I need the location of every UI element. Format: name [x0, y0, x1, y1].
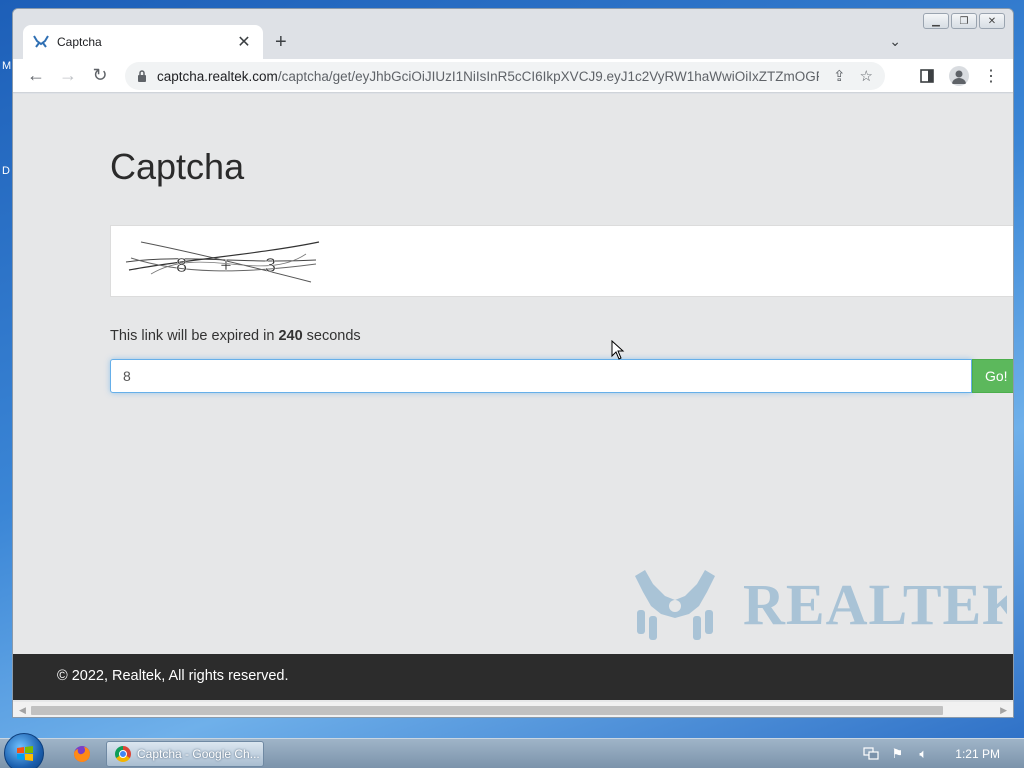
tab-strip: Captcha ✕ + ⌄ ▁ ❐ ✕ [13, 9, 1013, 59]
system-tray: ⚑ 🔈︎ 1:21 PM [863, 739, 1018, 768]
tab-title: Captcha [57, 35, 102, 49]
footer-copyright: © 2022, Realtek, All rights reserved. [57, 668, 289, 684]
expiry-notice: This link will be expired in 240 seconds [110, 328, 361, 344]
side-panel-icon[interactable] [911, 60, 943, 92]
kebab-menu-icon[interactable]: ⋮ [975, 60, 1007, 92]
realtek-logo: REALTEK [635, 570, 1007, 640]
scroll-right-icon[interactable]: ▶ [1000, 705, 1007, 716]
captcha-image: 8 + 3 [125, 241, 320, 283]
horizontal-scrollbar[interactable]: ◀ ▶ [13, 702, 1013, 717]
scrollbar-thumb[interactable] [31, 706, 943, 715]
windows-logo-icon [17, 746, 33, 761]
new-tab-button[interactable]: + [275, 31, 287, 54]
close-tab-icon[interactable]: ✕ [235, 32, 253, 52]
desktop-icon-label: M [2, 60, 12, 72]
browser-toolbar: ← → ↻ captcha.realtek.com/captcha/get/ey… [13, 59, 1013, 93]
desktop-icon-label: D [2, 165, 10, 177]
captcha-image-box: 8 + 3 [110, 225, 1013, 297]
svg-text:REALTEK: REALTEK [743, 572, 1007, 637]
reload-icon[interactable]: ↻ [84, 60, 116, 92]
page-content: Captcha 8 + 3 This link will be expired … [13, 94, 1013, 702]
firefox-icon [74, 746, 90, 762]
restore-button[interactable]: ❐ [951, 13, 977, 29]
minimize-button[interactable]: ▁ [923, 13, 949, 29]
mouse-cursor-icon [611, 340, 625, 360]
start-button[interactable] [4, 733, 44, 768]
browser-window: Captcha ✕ + ⌄ ▁ ❐ ✕ ← → ↻ captcha.realte… [12, 8, 1014, 718]
tab-captcha[interactable]: Captcha ✕ [23, 25, 263, 59]
action-center-flag-icon[interactable]: ⚑ [889, 746, 905, 762]
expiry-seconds: 240 [278, 328, 303, 344]
taskbar: Captcha - Google Ch... ⚑ 🔈︎ 1:21 PM [0, 733, 1024, 768]
clock[interactable]: 1:21 PM [955, 747, 1000, 761]
back-arrow-icon[interactable]: ← [20, 60, 52, 92]
network-icon[interactable] [863, 746, 879, 762]
profile-avatar-icon[interactable] [943, 60, 975, 92]
scroll-left-icon[interactable]: ◀ [19, 705, 26, 716]
bookmark-star-icon[interactable]: ☆ [860, 67, 873, 85]
page-title: Captcha [110, 146, 245, 187]
captcha-answer-input[interactable] [110, 359, 972, 393]
close-window-button[interactable]: ✕ [979, 13, 1005, 29]
footer: © 2022, Realtek, All rights reserved. [13, 654, 1013, 700]
chrome-icon [115, 746, 131, 762]
forward-arrow-icon[interactable]: → [52, 60, 84, 92]
volume-icon[interactable]: 🔈︎ [915, 746, 931, 762]
share-icon[interactable]: ⇪ [833, 67, 846, 85]
url-text: captcha.realtek.com/captcha/get/eyJhbGci… [157, 68, 819, 84]
firefox-taskbar-button[interactable] [64, 741, 100, 767]
go-button[interactable]: Go! [972, 359, 1013, 393]
chrome-taskbar-label: Captcha - Google Ch... [137, 747, 260, 761]
lock-icon [137, 70, 147, 82]
address-bar[interactable]: captcha.realtek.com/captcha/get/eyJhbGci… [125, 62, 885, 90]
tab-search-chevron-icon[interactable]: ⌄ [889, 33, 901, 50]
realtek-favicon-icon [33, 34, 49, 50]
chrome-taskbar-button[interactable]: Captcha - Google Ch... [106, 741, 264, 767]
